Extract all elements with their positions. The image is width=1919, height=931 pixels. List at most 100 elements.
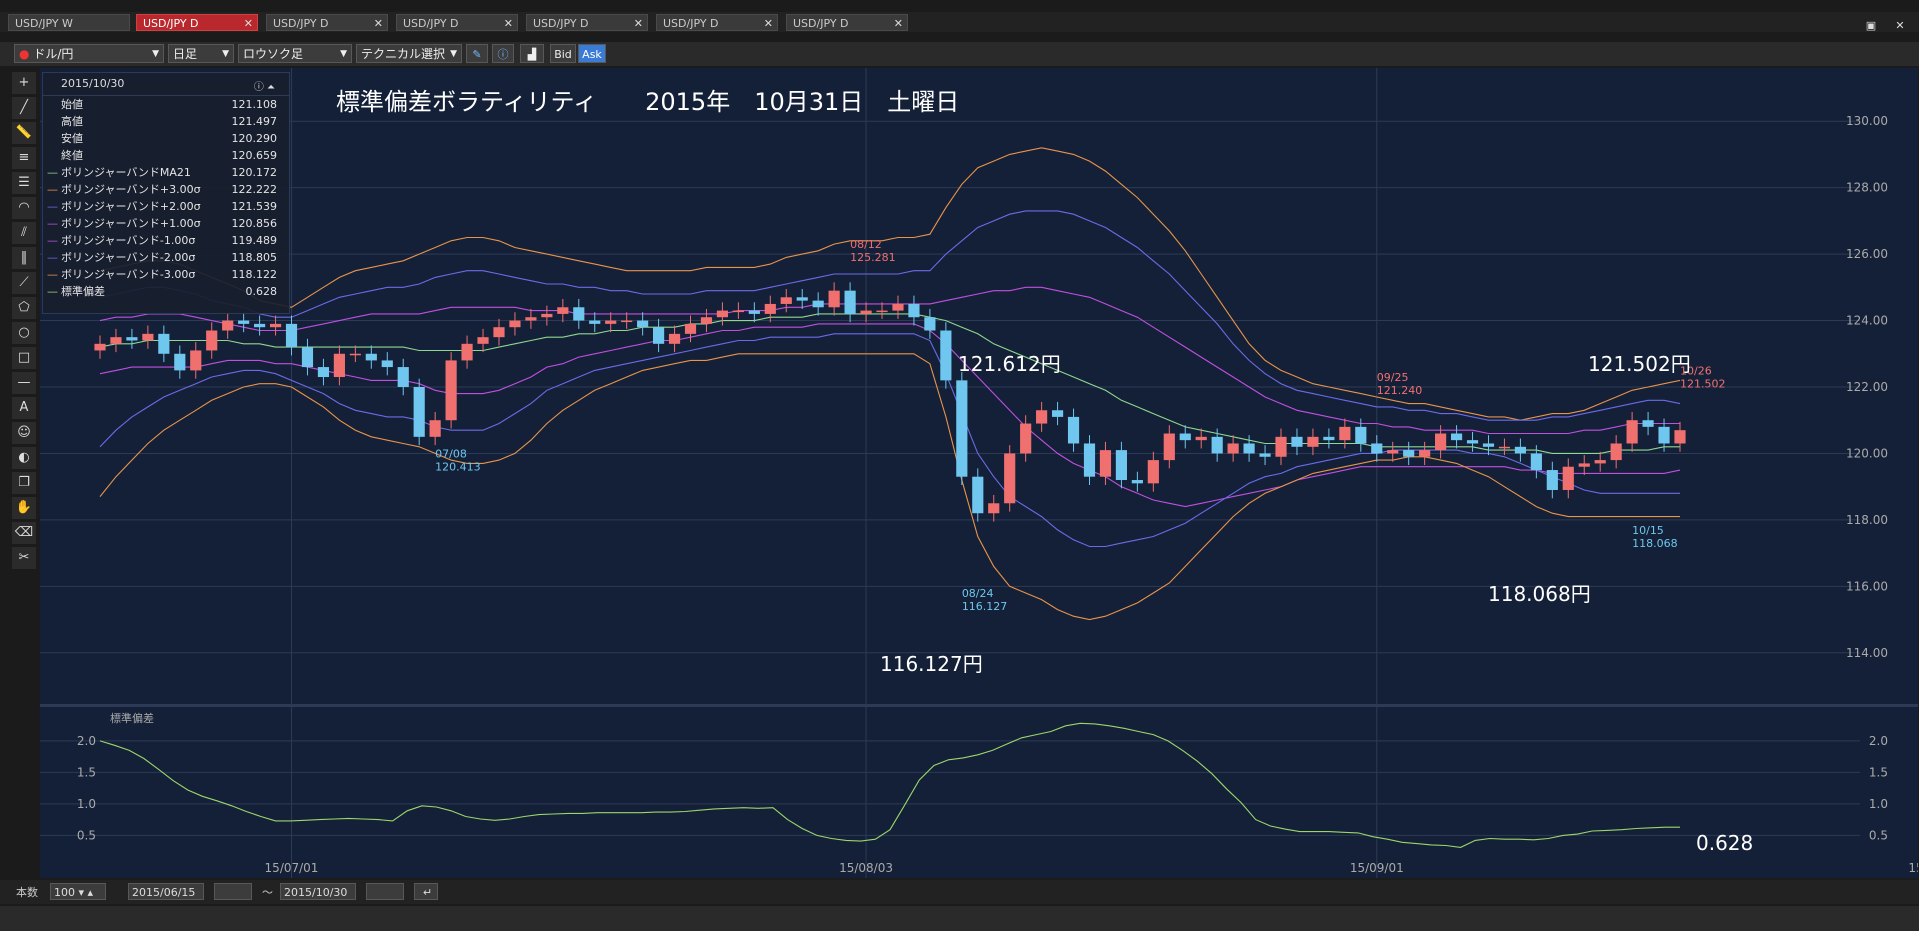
close-icon[interactable]: ✕ (894, 15, 903, 32)
candle-body (1004, 453, 1016, 504)
info-row-value: 121.539 (231, 200, 278, 213)
candle-body (285, 323, 298, 348)
candle-body (1211, 436, 1223, 454)
close-icon[interactable]: ✕ (504, 15, 513, 32)
enter-icon[interactable]: ↵ (414, 883, 438, 900)
restore-icon[interactable]: ▣ (1862, 19, 1880, 33)
technical-label: テクニカル選択 (361, 47, 446, 61)
candle-body (381, 360, 393, 368)
candle-body (1466, 440, 1479, 444)
tab-label: USD/JPY D (663, 17, 719, 30)
price-label-value: 125.281 (850, 251, 896, 264)
channel-icon[interactable]: ⟋ (12, 272, 36, 294)
circle-icon[interactable]: ○ (12, 322, 36, 344)
tab-usdjpy-d-2[interactable]: USD/JPY D ✕ (266, 14, 388, 31)
candle-body (1626, 420, 1638, 444)
ask-button[interactable]: Ask (578, 44, 606, 63)
info-row-value: 121.108 (231, 98, 278, 111)
period-select[interactable]: 日足 ▼ (168, 44, 234, 63)
bid-button[interactable]: Bid (550, 44, 576, 63)
candle-body (1307, 436, 1319, 447)
pentagon-icon[interactable]: ⬠ (12, 297, 36, 319)
close-icon[interactable]: ✕ (1891, 19, 1909, 33)
price-label-date: 08/24 (962, 587, 994, 600)
currency-pair-label: ドル/円 (33, 47, 74, 61)
volume-icon[interactable]: ▟ (520, 44, 544, 63)
close-icon[interactable]: ✕ (634, 15, 643, 32)
chart-type-select[interactable]: ロウソク足 ▼ (238, 44, 352, 63)
crosshair-icon[interactable]: + (12, 72, 36, 94)
candle-body (126, 337, 138, 341)
candle-body (1020, 423, 1032, 454)
trendline-icon[interactable]: ╱ (12, 97, 36, 119)
candle-body (1674, 430, 1686, 444)
tab-usdjpy-w[interactable]: USD/JPY W (8, 14, 130, 31)
y-tick-label: 128.00 (1846, 181, 1888, 195)
eraser-icon[interactable]: ⌫ (12, 522, 36, 544)
ruler-icon[interactable]: 📏 (12, 122, 36, 144)
candle-body (509, 320, 521, 328)
arc-icon[interactable]: ◠ (12, 197, 36, 219)
candle-body (1067, 416, 1080, 444)
y-tick-label: 118.00 (1846, 513, 1888, 527)
candle-body (828, 290, 840, 308)
tab-label: USD/JPY D (143, 17, 199, 30)
candle-body (190, 350, 202, 371)
candle-body (1419, 450, 1431, 457)
hand-icon[interactable]: ✋ (12, 497, 36, 519)
candle-body (349, 353, 361, 356)
from-date-input[interactable]: 2015/06/15 (128, 883, 204, 900)
toolbar: ● ドル/円 ▼ 日足 ▼ ロウソク足 ▼ テクニカル選択 ▼ ✎ ⓘ ▟ Bi… (0, 42, 1919, 66)
close-icon[interactable]: ✕ (374, 15, 383, 32)
candle-body (1195, 436, 1207, 441)
series-line (99, 353, 1680, 621)
info-row-value: 120.290 (231, 132, 278, 145)
info-row-value: 120.172 (231, 166, 278, 179)
info-icon[interactable]: ⓘ (492, 44, 514, 63)
to-date-input[interactable]: 2015/10/30 (280, 883, 356, 900)
tab-usdjpy-d-active[interactable]: USD/JPY D ✕ (136, 14, 258, 31)
series-swatch: — (47, 251, 58, 264)
count-input[interactable]: 100 ▾ ▴ (50, 883, 106, 900)
candle-body (1243, 443, 1255, 454)
tab-usdjpy-d-6[interactable]: USD/JPY D ✕ (786, 14, 908, 31)
copy-icon[interactable]: ❐ (12, 472, 36, 494)
series-line (99, 323, 1681, 508)
delete-all-icon[interactable]: ✂ (12, 547, 36, 569)
smiley-icon[interactable]: ☺ (12, 422, 36, 444)
line-icon[interactable]: — (12, 372, 36, 394)
count-label: 本数 (16, 886, 38, 899)
tab-usdjpy-d-3[interactable]: USD/JPY D ✕ (396, 14, 518, 31)
candle-body (1498, 446, 1511, 449)
to-time-input[interactable] (366, 883, 404, 900)
close-icon[interactable]: ✕ (244, 15, 253, 32)
candle-body (637, 320, 649, 328)
candle-body (1435, 433, 1447, 451)
pen-icon[interactable]: ✎ (466, 44, 488, 63)
vertical-lines-icon[interactable]: ‖ (12, 247, 36, 269)
candle-body (844, 290, 856, 314)
tab-usdjpy-d-5[interactable]: USD/JPY D ✕ (656, 14, 778, 31)
series-line (99, 147, 1681, 421)
candle-body (1371, 443, 1383, 454)
info-row-value: 0.628 (245, 285, 278, 298)
rectangle-icon[interactable]: □ (12, 347, 36, 369)
horizontal-lines-icon[interactable]: ≡ (12, 147, 36, 169)
tab-bar: USD/JPY W USD/JPY D ✕ USD/JPY D ✕ USD/JPY … (0, 12, 1919, 32)
candle-body (94, 343, 106, 351)
fan-icon[interactable]: ⫽ (12, 222, 36, 244)
fibonacci-icon[interactable]: ☰ (12, 172, 36, 194)
chart-area[interactable]: 114.00 116.00 118.00 120.00 122.00 124.00 126.… (40, 68, 1919, 878)
candle-body (1163, 433, 1175, 461)
tab-usdjpy-d-4[interactable]: USD/JPY D ✕ (526, 14, 648, 31)
candle-body (1355, 426, 1367, 444)
candle-body (876, 310, 888, 313)
series-line (99, 313, 1680, 454)
text-icon[interactable]: A (12, 397, 36, 419)
technical-select[interactable]: テクニカル選択 ▼ (356, 44, 462, 63)
from-time-input[interactable] (214, 883, 252, 900)
currency-pair-select[interactable]: ● ドル/円 ▼ (14, 44, 164, 63)
magnet-icon[interactable]: ◐ (12, 447, 36, 469)
candle-body (222, 320, 234, 331)
close-icon[interactable]: ✕ (764, 15, 773, 32)
